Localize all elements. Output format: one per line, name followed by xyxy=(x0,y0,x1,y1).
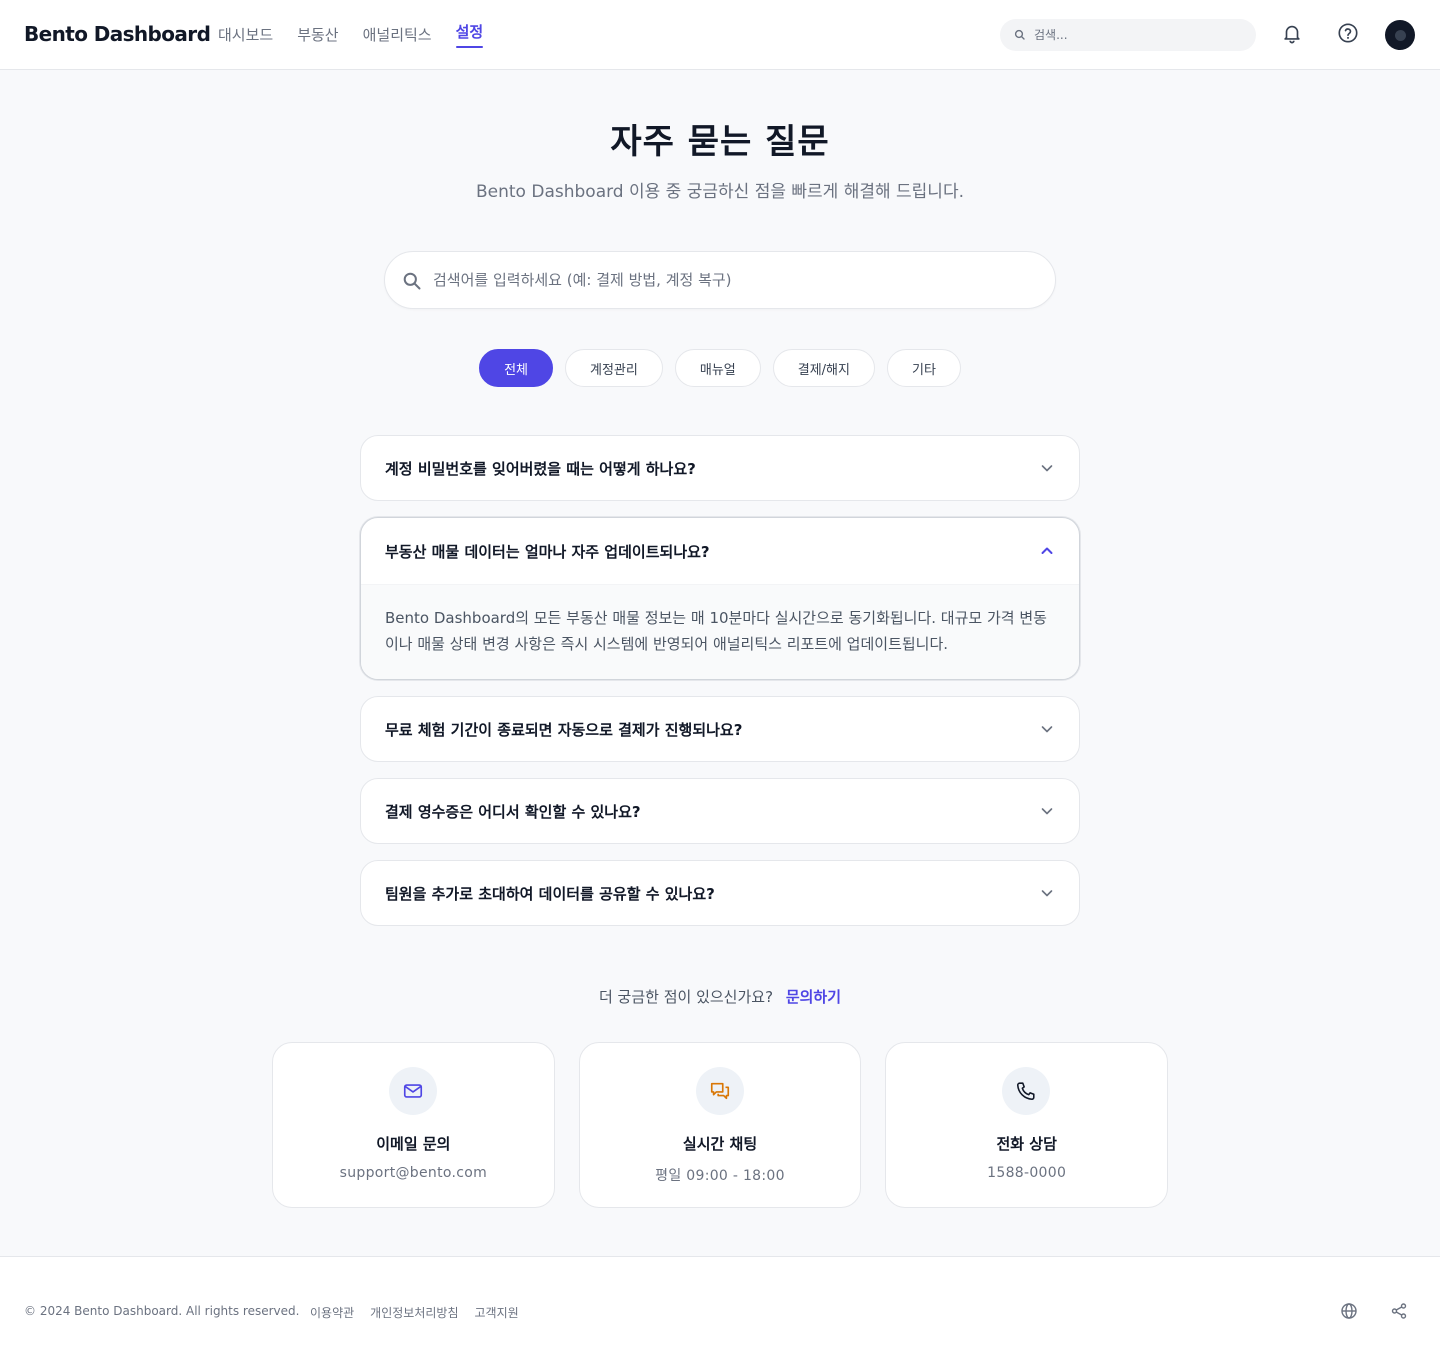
copyright: © 2024 Bento Dashboard. All rights reser… xyxy=(24,1304,300,1318)
top-header: Bento Dashboard 대시보드 부동산 애널리틱스 설정 xyxy=(0,0,1440,70)
app-logo[interactable]: Bento Dashboard xyxy=(24,22,211,46)
nav-settings[interactable]: 설정 xyxy=(455,0,483,70)
card-value: support@bento.com xyxy=(339,1165,488,1181)
phone-contact-card[interactable]: 전화 상담 1588-0000 xyxy=(885,1042,1169,1208)
chevron-up-icon xyxy=(1041,547,1053,554)
help-icon xyxy=(1338,23,1358,43)
faq-answer: Bento Dashboard의 모든 부동산 매물 정보는 매 10분마다 실… xyxy=(361,584,1079,679)
footer-link-terms[interactable]: 이용약관 xyxy=(310,1304,354,1321)
card-title: 실시간 채팅 xyxy=(682,1135,758,1153)
contact-prompt-row: 더 궁금한 점이 있으신가요? 문의하기 xyxy=(0,986,1440,1007)
chat-contact-card[interactable]: 실시간 채팅 평일 09:00 - 18:00 xyxy=(578,1042,862,1208)
email-contact-card[interactable]: 이메일 문의 support@bento.com xyxy=(272,1042,555,1208)
chevron-down-icon xyxy=(1041,726,1053,733)
footer-link-support[interactable]: 고객지원 xyxy=(475,1304,519,1321)
contact-prompt: 더 궁금한 점이 있으신가요? xyxy=(598,988,774,1006)
card-title: 전화 상담 xyxy=(996,1135,1057,1153)
card-title: 이메일 문의 xyxy=(376,1135,451,1153)
faq-question-toggle[interactable]: 팀원을 추가로 초대하여 데이터를 공유할 수 있나요? xyxy=(361,861,1079,925)
footer-links: 이용약관 개인정보처리방침 고객지원 xyxy=(310,1304,519,1321)
page-footer: © 2024 Bento Dashboard. All rights reser… xyxy=(0,1256,1440,1366)
nav-analytics[interactable]: 애널리틱스 xyxy=(363,0,432,70)
category-etc[interactable]: 기타 xyxy=(886,349,961,387)
bell-icon xyxy=(1284,25,1300,44)
nav-real-estate[interactable]: 부동산 xyxy=(297,0,338,70)
faq-question-toggle[interactable]: 무료 체험 기간이 종료되면 자동으로 결제가 진행되나요? xyxy=(361,697,1079,761)
category-all[interactable]: 전체 xyxy=(479,349,554,387)
category-account[interactable]: 계정관리 xyxy=(565,349,663,387)
search-icon xyxy=(1014,29,1025,40)
contact-cards: 이메일 문의 support@bento.com 실시간 채팅 평일 09:00… xyxy=(272,1042,1169,1208)
faq-question: 무료 체험 기간이 종료되면 자동으로 결제가 진행되나요? xyxy=(385,720,743,739)
chat-icon xyxy=(695,1067,744,1115)
notifications-button[interactable] xyxy=(1276,17,1308,49)
faq-item: 무료 체험 기간이 종료되면 자동으로 결제가 진행되나요? xyxy=(360,696,1080,762)
faq-question: 계정 비밀번호를 잊어버렸을 때는 어떻게 하나요? xyxy=(385,459,696,478)
phone-icon xyxy=(1002,1067,1051,1115)
main-nav: 대시보드 부동산 애널리틱스 설정 xyxy=(218,0,483,70)
card-value: 평일 09:00 - 18:00 xyxy=(655,1168,785,1184)
faq-question-toggle[interactable]: 결제 영수증은 어디서 확인할 수 있나요? xyxy=(361,779,1079,843)
faq-question-toggle[interactable]: 부동산 매물 데이터는 얼마나 자주 업데이트되나요? xyxy=(361,518,1079,584)
chevron-down-icon xyxy=(1041,465,1053,472)
faq-question: 결제 영수증은 어디서 확인할 수 있나요? xyxy=(385,802,641,821)
page-subtitle: Bento Dashboard 이용 중 궁금하신 점을 빠르게 해결해 드립니… xyxy=(476,182,964,202)
contact-link[interactable]: 문의하기 xyxy=(786,988,841,1006)
user-avatar[interactable] xyxy=(1385,20,1415,50)
faq-item-expanded: 부동산 매물 데이터는 얼마나 자주 업데이트되나요? Bento Dashbo… xyxy=(360,517,1080,680)
header-search-input[interactable] xyxy=(1034,19,1244,51)
page-title: 자주 묻는 질문 xyxy=(610,122,830,162)
category-filter: 전체 계정관리 매뉴얼 결제/해지 기타 xyxy=(0,349,1440,387)
faq-question: 부동산 매물 데이터는 얼마나 자주 업데이트되나요? xyxy=(385,542,710,561)
mail-icon xyxy=(389,1067,437,1115)
footer-link-privacy[interactable]: 개인정보처리방침 xyxy=(370,1304,458,1321)
category-manual[interactable]: 매뉴얼 xyxy=(674,349,761,387)
faq-search[interactable] xyxy=(384,251,1056,309)
faq-item: 계정 비밀번호를 잊어버렸을 때는 어떻게 하나요? xyxy=(360,435,1080,501)
category-billing[interactable]: 결제/해지 xyxy=(772,349,875,387)
chevron-down-icon xyxy=(1041,890,1053,897)
faq-list: 계정 비밀번호를 잊어버렸을 때는 어떻게 하나요? 부동산 매물 데이터는 얼… xyxy=(360,435,1080,926)
help-button[interactable] xyxy=(1332,17,1364,49)
chevron-down-icon xyxy=(1041,808,1053,815)
share-icon[interactable] xyxy=(1390,1302,1408,1320)
search-icon xyxy=(403,272,421,290)
card-value: 1588-0000 xyxy=(987,1165,1067,1181)
faq-question-toggle[interactable]: 계정 비밀번호를 잊어버렸을 때는 어떻게 하나요? xyxy=(361,436,1079,500)
header-search[interactable] xyxy=(1000,19,1256,51)
faq-item: 결제 영수증은 어디서 확인할 수 있나요? xyxy=(360,778,1080,844)
faq-item: 팀원을 추가로 초대하여 데이터를 공유할 수 있나요? xyxy=(360,860,1080,926)
globe-icon[interactable] xyxy=(1340,1302,1358,1320)
faq-question: 팀원을 추가로 초대하여 데이터를 공유할 수 있나요? xyxy=(385,884,715,903)
faq-search-input[interactable] xyxy=(433,252,1033,308)
nav-dashboard[interactable]: 대시보드 xyxy=(218,0,273,70)
